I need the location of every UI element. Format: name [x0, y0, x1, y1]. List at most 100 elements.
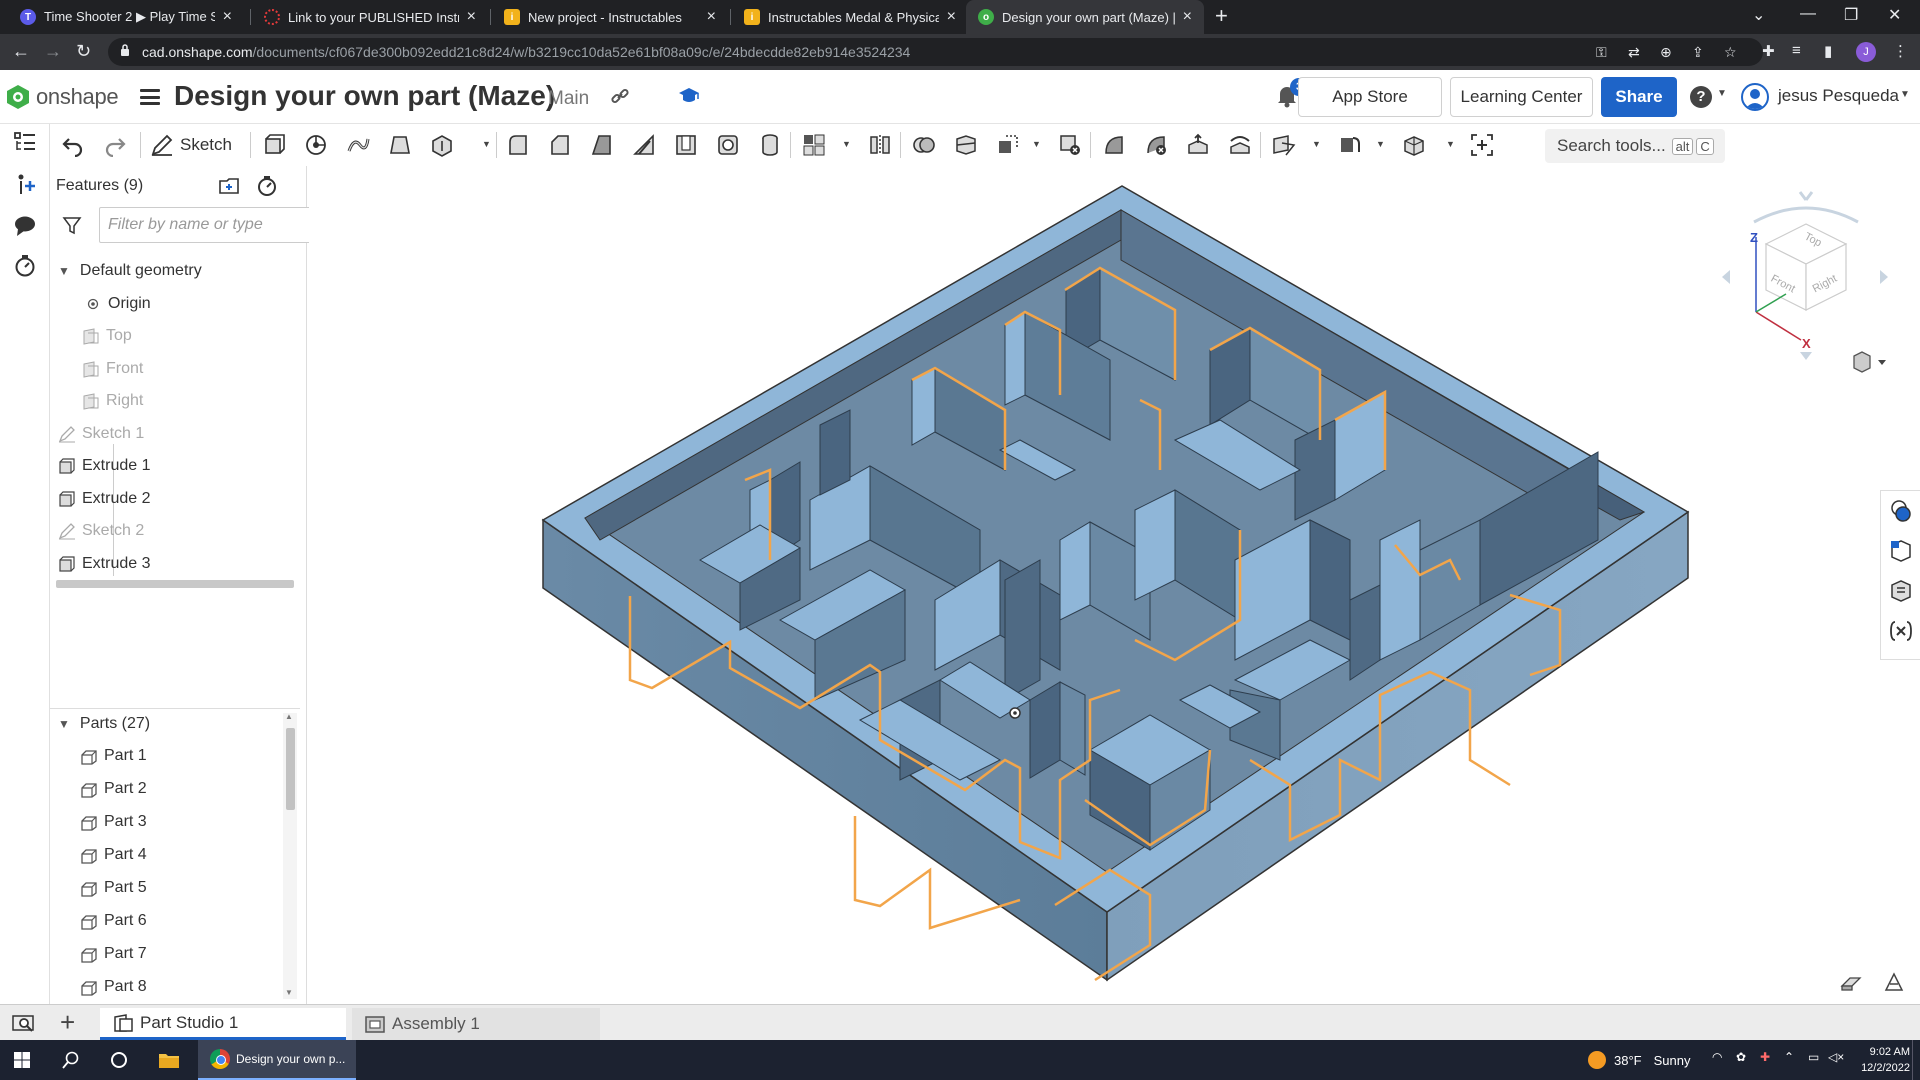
file-explorer-icon[interactable] [158, 1051, 180, 1069]
split-icon[interactable] [954, 133, 978, 157]
chevron-down-icon[interactable]: ▼ [1312, 139, 1321, 149]
sheet-metal-icon[interactable] [1338, 133, 1362, 157]
browser-tab[interactable]: i Instructables Medal & Physical C × [732, 0, 968, 34]
extrude-icon[interactable] [262, 133, 286, 157]
appearance-icon[interactable] [1889, 499, 1913, 523]
url-omnibox[interactable]: cad.onshape.com/documents/cf067de300b092… [108, 38, 1763, 66]
mirror-icon[interactable] [868, 133, 892, 157]
search-icon[interactable] [62, 1051, 80, 1069]
bookmark-star-icon[interactable]: ☆ [1724, 44, 1737, 61]
reload-button[interactable]: ↻ [76, 41, 91, 62]
browser-tab[interactable]: T Time Shooter 2 ▶ Play Time Sh × [8, 0, 244, 34]
thicken-icon[interactable] [430, 133, 454, 157]
part-item[interactable]: Part 4 [50, 842, 307, 868]
windows-start-icon[interactable] [14, 1052, 30, 1068]
game-bar-icon[interactable]: ✿ [1736, 1050, 1746, 1064]
close-tab-icon[interactable]: × [1183, 8, 1192, 26]
hamburger-menu-icon[interactable] [140, 89, 160, 105]
weather-widget[interactable]: 38°F Sunny [1588, 1051, 1690, 1069]
minimize-button[interactable]: — [1800, 5, 1816, 23]
link-icon[interactable] [610, 86, 630, 106]
delete-part-icon[interactable] [1058, 133, 1082, 157]
feature-item-right-plane[interactable]: Right [50, 388, 307, 414]
help-icon[interactable]: ? [1690, 86, 1712, 108]
part-item[interactable]: Part 1 [50, 743, 307, 769]
back-button[interactable]: ← [12, 41, 30, 62]
chevron-down-icon[interactable]: ▼ [1717, 88, 1727, 99]
hole-icon[interactable] [716, 133, 740, 157]
redo-icon[interactable] [104, 133, 128, 157]
version-history-icon[interactable] [13, 254, 37, 278]
feature-item-extrude-1[interactable]: Extrude 1 [50, 453, 307, 479]
forward-button[interactable]: → [44, 41, 62, 62]
cylinder-icon[interactable] [758, 133, 782, 157]
move-face-icon[interactable] [1186, 133, 1210, 157]
graduation-cap-icon[interactable] [678, 86, 700, 106]
feature-item-origin[interactable]: Origin [50, 291, 307, 317]
chevron-down-icon[interactable]: ▼ [1032, 139, 1041, 149]
part-item[interactable]: Part 2 [50, 776, 307, 802]
part-item[interactable]: Part 5 [50, 875, 307, 901]
notifications-bell[interactable]: 3 [1276, 78, 1308, 113]
add-folder-icon[interactable] [218, 176, 242, 196]
rib-icon[interactable] [632, 133, 656, 157]
system-clock[interactable]: 9:02 AM 12/2/2022 [1850, 1044, 1910, 1076]
view-orientation-menu[interactable] [1850, 350, 1890, 374]
maze-model[interactable] [309, 166, 1920, 1004]
user-name[interactable]: jesus Pesqueda [1778, 86, 1899, 106]
tray-overflow-icon[interactable]: ⌃ [1784, 1050, 1794, 1064]
delete-face-icon[interactable] [1144, 133, 1168, 157]
rotate-right-arrow-icon[interactable] [1880, 270, 1888, 284]
close-window-button[interactable]: ✕ [1888, 5, 1901, 25]
rollback-timer-icon[interactable] [256, 175, 278, 197]
replace-face-icon[interactable] [1228, 133, 1252, 157]
part-item[interactable]: Part 3 [50, 809, 307, 835]
chevron-down-icon[interactable]: ▼ [1376, 139, 1385, 149]
feature-list-icon[interactable] [13, 130, 37, 154]
feature-item-top-plane[interactable]: Top [50, 323, 307, 349]
horizontal-scrollbar[interactable] [56, 580, 294, 588]
learning-center-button[interactable]: Learning Center [1450, 77, 1593, 117]
user-avatar[interactable] [1741, 83, 1769, 111]
password-key-icon[interactable]: ⚿ [1596, 44, 1607, 61]
search-tabs-icon[interactable] [12, 1013, 36, 1033]
media-queue-icon[interactable]: ≡ [1792, 42, 1801, 59]
chevron-down-icon[interactable]: ▼ [1900, 89, 1910, 100]
chamfer-icon[interactable] [548, 133, 572, 157]
boolean-icon[interactable] [912, 133, 936, 157]
close-tab-icon[interactable]: × [223, 8, 232, 26]
measure-icon[interactable] [1840, 974, 1862, 992]
antivirus-icon[interactable]: ✚ [1760, 1050, 1770, 1064]
modify-fillet-icon[interactable] [1102, 133, 1126, 157]
feature-item-extrude-2[interactable]: Extrude 2 [50, 486, 307, 512]
feature-item-sketch-1[interactable]: Sketch 1 [50, 421, 307, 447]
scroll-down-icon[interactable]: ▼ [285, 988, 293, 997]
volume-icon[interactable]: ◁× [1828, 1050, 1844, 1064]
chevron-down-icon[interactable]: ▼ [1446, 139, 1455, 149]
shell-icon[interactable] [674, 133, 698, 157]
browser-tab[interactable]: i New project - Instructables × [492, 0, 728, 34]
onshape-logo[interactable]: onshape [6, 84, 119, 110]
side-panel-icon[interactable]: ▮ [1824, 42, 1832, 60]
add-custom-feature-icon[interactable] [1470, 133, 1494, 157]
parts-group[interactable]: ▼ Parts (27) [50, 711, 307, 737]
undo-icon[interactable] [60, 133, 84, 157]
feature-item-sketch-2[interactable]: Sketch 2 [50, 518, 307, 544]
rotate-down-arrow-icon[interactable] [1800, 352, 1812, 360]
plane-icon[interactable] [1272, 133, 1296, 157]
sweep-icon[interactable] [346, 133, 370, 157]
default-geometry-group[interactable]: ▼ Default geometry [50, 258, 307, 284]
close-tab-icon[interactable]: × [947, 8, 956, 26]
parts-scroll-thumb[interactable] [286, 728, 295, 810]
filter-funnel-icon[interactable] [62, 215, 82, 235]
configuration-icon[interactable] [1889, 539, 1913, 563]
close-tab-icon[interactable]: × [467, 8, 476, 26]
graphics-viewport[interactable] [309, 166, 1920, 1004]
section-view-icon[interactable] [1884, 972, 1904, 992]
part-item[interactable]: Part 7 [50, 941, 307, 967]
loft-icon[interactable] [388, 133, 412, 157]
taskbar-chrome-window[interactable]: Design your own p... [198, 1040, 356, 1080]
cortana-icon[interactable] [110, 1051, 128, 1069]
browser-profile-avatar[interactable]: J [1856, 42, 1876, 62]
tab-part-studio-1[interactable]: Part Studio 1 [100, 1008, 346, 1040]
